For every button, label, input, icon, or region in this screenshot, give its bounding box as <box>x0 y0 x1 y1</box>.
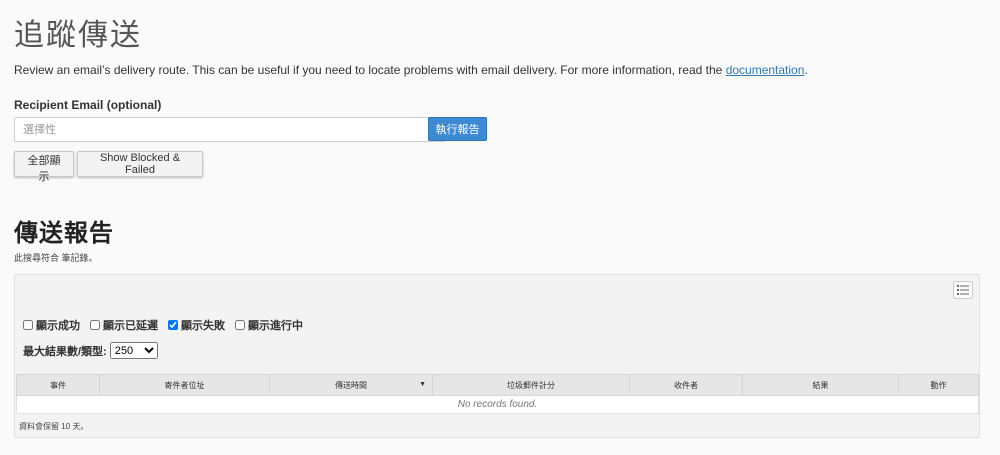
checkbox-show-failed[interactable] <box>168 320 178 330</box>
max-results-row: 最大結果數/類型: 250 <box>23 342 158 359</box>
filter-show-deferred[interactable]: 顯示已延遲 <box>90 317 158 333</box>
retention-note: 資料會保留 10 天。 <box>19 422 89 431</box>
checkbox-show-success[interactable] <box>23 320 33 330</box>
column-header-send-time[interactable]: 傳送時間 ▼ <box>269 374 433 396</box>
list-columns-icon[interactable] <box>953 281 973 299</box>
filter-show-in-progress[interactable]: 顯示進行中 <box>235 317 303 333</box>
show-blocked-failed-button[interactable]: Show Blocked & Failed <box>77 151 203 177</box>
checkbox-show-deferred[interactable] <box>90 320 100 330</box>
filter-show-failed[interactable]: 顯示失敗 <box>168 317 225 333</box>
recipient-email-label: Recipient Email (optional) <box>14 98 162 112</box>
table-row: No records found. <box>16 395 979 414</box>
column-header-actions[interactable]: 動作 <box>898 374 979 396</box>
filter-show-success[interactable]: 顯示成功 <box>23 317 80 333</box>
checkbox-show-in-progress[interactable] <box>235 320 245 330</box>
delivery-table: 事件 寄件者位址 傳送時間 ▼ 垃圾郵件計分 收件者 結果 動作 No reco… <box>16 374 979 414</box>
intro-text: Review an email’s delivery route. This c… <box>14 63 808 77</box>
max-results-label: 最大結果數/類型: <box>23 345 107 358</box>
empty-message: No records found. <box>16 395 979 414</box>
results-count-note: 此搜尋符合 筆記錄。 <box>14 253 98 263</box>
report-panel: 顯示成功 顯示已延遲 顯示失敗 顯示進行中 最大結果數/類型: 250 事件 寄… <box>14 274 980 438</box>
run-report-button[interactable]: 執行報告 <box>428 117 487 141</box>
recipient-email-input[interactable] <box>14 117 446 142</box>
sort-desc-icon: ▼ <box>419 381 426 388</box>
show-all-button[interactable]: 全部顯示 <box>14 151 74 183</box>
column-header-result[interactable]: 結果 <box>742 374 899 396</box>
column-header-recipient[interactable]: 收件者 <box>629 374 743 396</box>
documentation-link[interactable]: documentation <box>726 63 805 77</box>
table-header-row: 事件 寄件者位址 傳送時間 ▼ 垃圾郵件計分 收件者 結果 動作 <box>16 374 979 396</box>
max-results-select[interactable]: 250 <box>109 342 158 359</box>
column-header-spam-score[interactable]: 垃圾郵件計分 <box>432 374 630 396</box>
page-title: 追蹤傳送 <box>14 19 142 52</box>
report-title: 傳送報告 <box>14 220 114 247</box>
column-header-event[interactable]: 事件 <box>16 374 100 396</box>
status-filters: 顯示成功 顯示已延遲 顯示失敗 顯示進行中 <box>23 317 303 333</box>
column-header-sender[interactable]: 寄件者位址 <box>99 374 270 396</box>
